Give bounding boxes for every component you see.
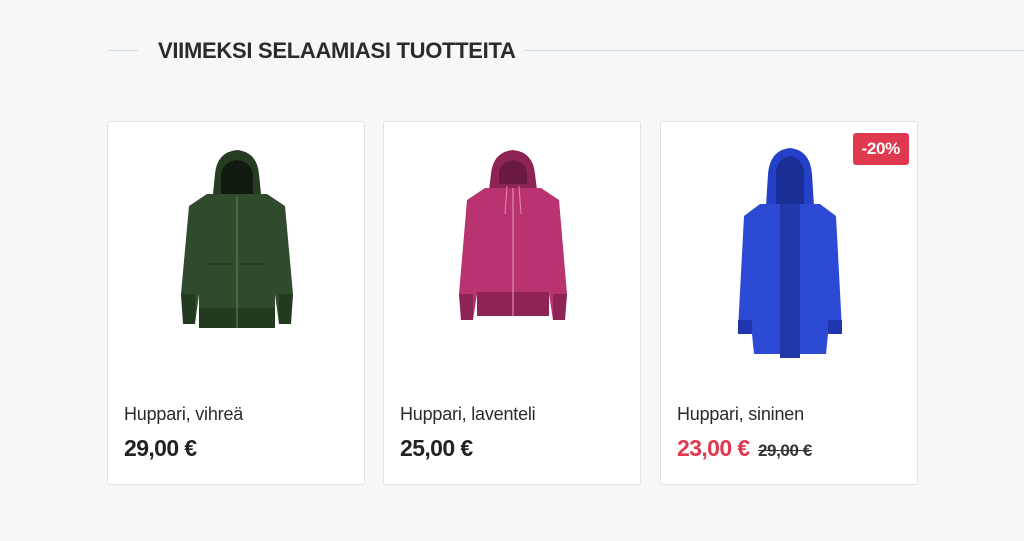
product-name[interactable]: Huppari, laventeli — [400, 404, 536, 425]
divider-left — [108, 50, 138, 51]
price-row: 29,00 € — [124, 435, 197, 462]
product-name[interactable]: Huppari, sininen — [677, 404, 804, 425]
divider-right — [524, 50, 1024, 51]
product-price: 29,00 € — [124, 435, 197, 461]
blue-hoodie-image[interactable] — [710, 144, 870, 374]
product-name[interactable]: Huppari, vihreä — [124, 404, 243, 425]
product-card-green-hoodie[interactable]: Huppari, vihreä 29,00 € — [107, 121, 365, 485]
original-price: 29,00 € — [758, 441, 812, 460]
lavender-hoodie-image[interactable] — [433, 144, 593, 374]
green-hoodie-image[interactable] — [157, 144, 317, 374]
section-title: VIIMEKSI SELAAMIASI TUOTTEITA — [158, 38, 516, 63]
price-row: 25,00 € — [400, 435, 473, 462]
product-card-lavender-hoodie[interactable]: Huppari, laventeli 25,00 € — [383, 121, 641, 485]
section-header: VIIMEKSI SELAAMIASI TUOTTEITA — [0, 34, 1024, 68]
hoodie-illustration — [181, 150, 293, 328]
hoodie-illustration — [738, 148, 842, 358]
sale-price: 23,00 € — [677, 435, 750, 461]
product-price: 25,00 € — [400, 435, 473, 461]
hoodie-illustration — [459, 150, 567, 320]
product-card-blue-hoodie[interactable]: -20% Huppari, sininen 23,00 € 29,00 € — [660, 121, 918, 485]
price-row: 23,00 € 29,00 € — [677, 435, 812, 462]
